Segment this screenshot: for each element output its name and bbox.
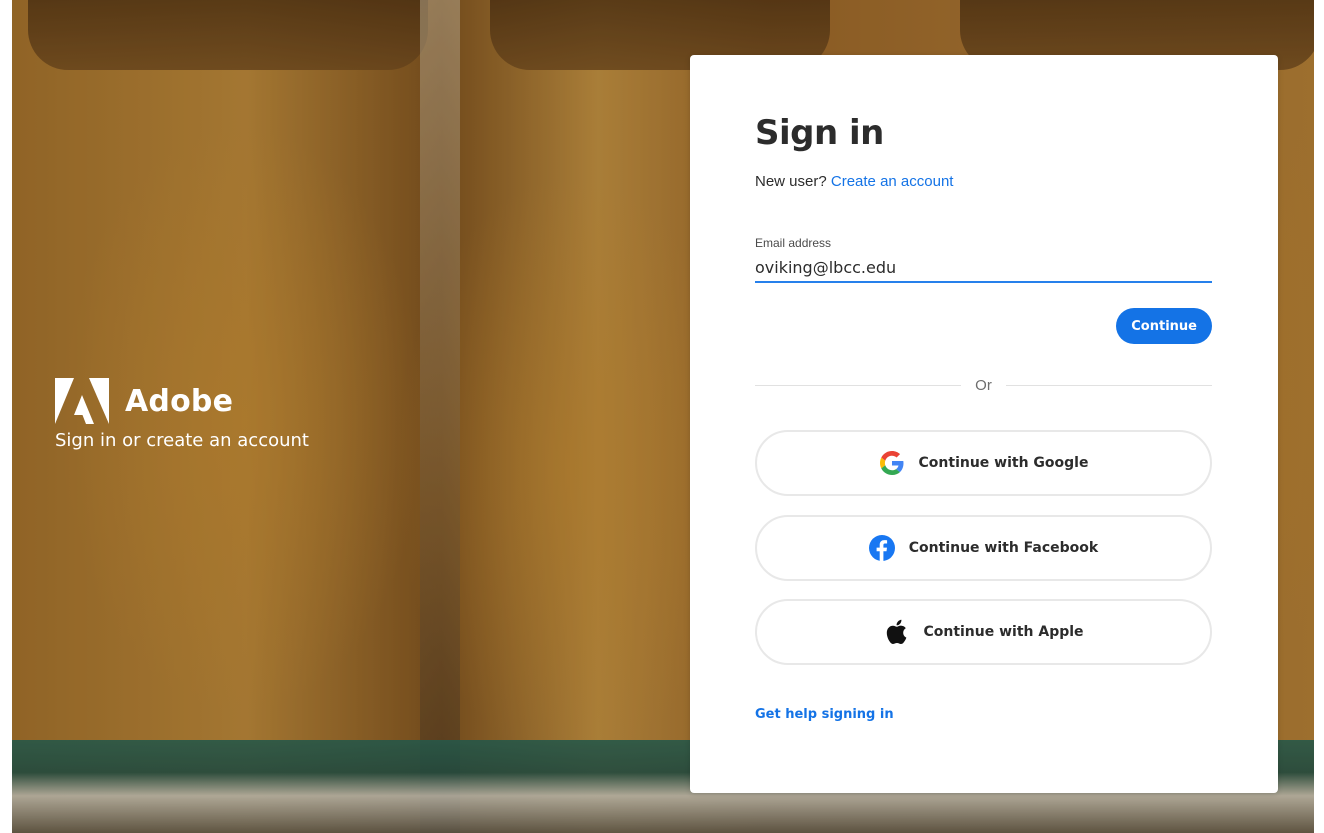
email-label: Email address	[755, 236, 832, 250]
adobe-logo-icon	[55, 378, 109, 424]
signin-page: Adobe Sign in or create an account Sign …	[0, 0, 1324, 833]
continue-with-apple-button[interactable]: Continue with Apple	[755, 599, 1212, 665]
continue-button[interactable]: Continue	[1116, 308, 1212, 344]
get-help-link[interactable]: Get help signing in	[755, 707, 894, 722]
facebook-icon	[868, 535, 895, 561]
new-user-row: New user? Create an account	[755, 173, 953, 190]
brand-name: Adobe	[125, 383, 234, 419]
divider-text: Or	[975, 376, 992, 394]
apple-label: Continue with Apple	[923, 624, 1084, 640]
facebook-label: Continue with Facebook	[908, 540, 1099, 556]
page-margin-right	[1314, 0, 1324, 833]
continue-with-google-button[interactable]: Continue with Google	[755, 430, 1212, 496]
page-margin-left	[0, 0, 12, 833]
new-user-text: New user?	[755, 173, 827, 190]
google-label: Continue with Google	[918, 455, 1089, 471]
divider-line	[1005, 384, 1213, 386]
create-account-link[interactable]: Create an account	[831, 173, 954, 190]
apple-icon	[883, 619, 909, 645]
divider-line	[755, 384, 962, 386]
email-field[interactable]	[755, 253, 1212, 283]
google-icon	[879, 450, 905, 476]
signin-card: Sign in New user? Create an account Emai…	[690, 55, 1278, 793]
page-title: Sign in	[755, 113, 884, 153]
brand-tagline: Sign in or create an account	[55, 430, 309, 451]
or-divider: Or	[755, 375, 1213, 395]
brand-row: Adobe	[55, 378, 309, 424]
brand-block: Adobe Sign in or create an account	[55, 378, 309, 451]
continue-with-facebook-button[interactable]: Continue with Facebook	[755, 515, 1212, 581]
